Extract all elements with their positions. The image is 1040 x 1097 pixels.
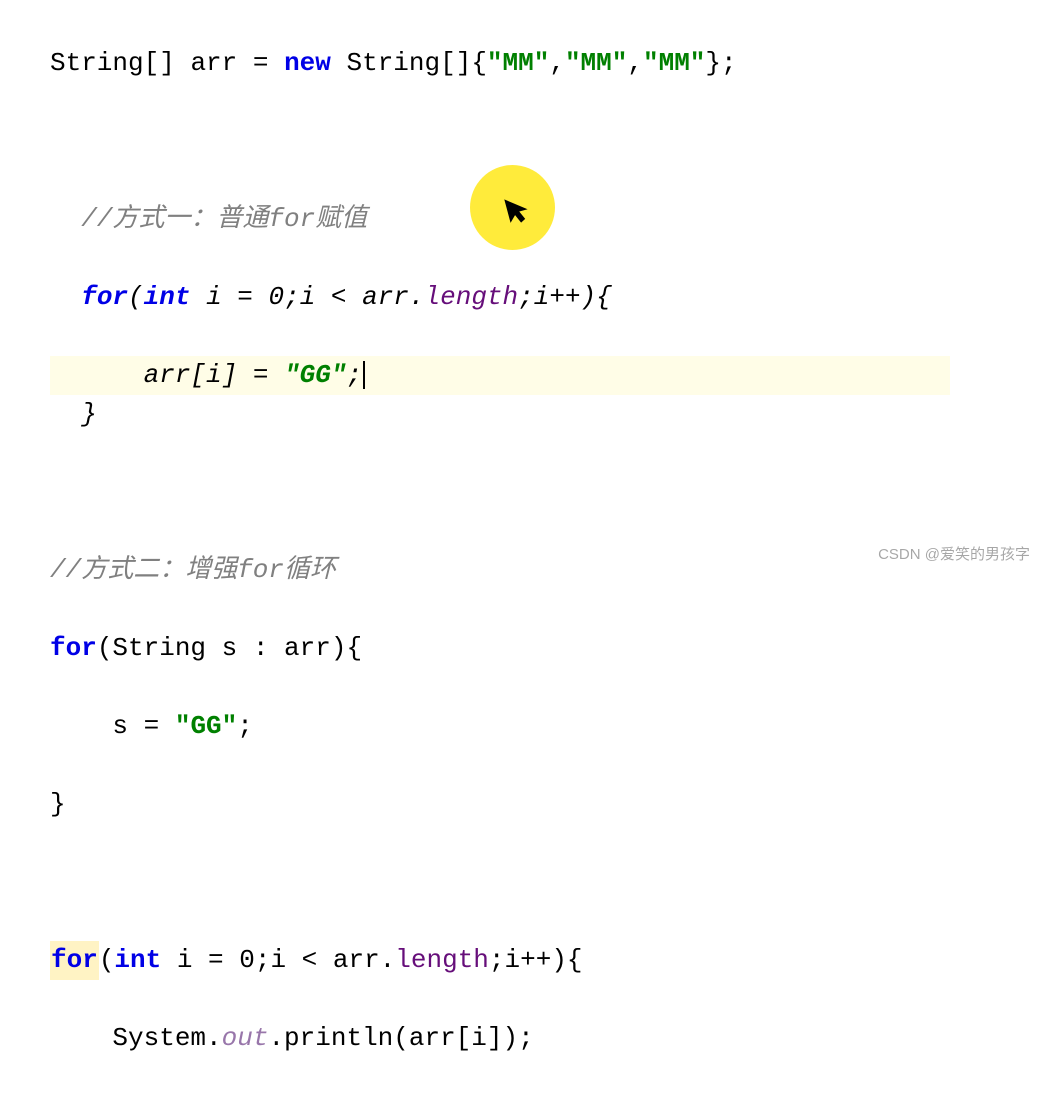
for-keyword: for bbox=[51, 945, 98, 975]
for-keyword: for bbox=[81, 282, 128, 312]
for-header-1: for(int i = 0;i < arr.length;i++){ bbox=[50, 278, 1040, 317]
int-keyword: int bbox=[114, 945, 161, 975]
watermark-text: CSDN @爱笑的男孩字 bbox=[878, 544, 1030, 567]
var-name: arr bbox=[190, 48, 237, 78]
assign-left: s = bbox=[112, 711, 174, 741]
loop-end: ;i++){ bbox=[518, 282, 612, 312]
println-line: System.out.println(arr[i]); bbox=[50, 1019, 1040, 1058]
type-token: String bbox=[346, 48, 440, 78]
close-brace: } bbox=[50, 789, 66, 819]
blank-line bbox=[50, 863, 1040, 902]
blank-line bbox=[50, 473, 1040, 512]
loop-end: ;i++){ bbox=[489, 945, 583, 975]
cond-expr: i < arr. bbox=[300, 282, 425, 312]
for-body-2: s = "GG"; bbox=[50, 707, 1040, 746]
for-keyword: for bbox=[50, 633, 97, 663]
string-literal: "MM" bbox=[643, 48, 705, 78]
for-header-3: for(int i = 0;i < arr.length;i++){ bbox=[50, 941, 1040, 980]
assign-left: arr[i] = bbox=[144, 360, 284, 390]
cond-expr: ;i < arr. bbox=[255, 945, 395, 975]
field-ref: length bbox=[425, 282, 519, 312]
static-field: out bbox=[222, 1023, 269, 1053]
semicolon: ; bbox=[346, 360, 362, 390]
string-literal: "MM" bbox=[565, 48, 627, 78]
comment-text: //方式二：增强for循环 bbox=[50, 555, 336, 585]
comment-text: //方式一：普通for赋值 bbox=[81, 204, 367, 234]
highlighted-line: arr[i] = "GG"; bbox=[50, 356, 950, 395]
class-ref: System. bbox=[112, 1023, 221, 1053]
method-call: .println(arr[i]); bbox=[268, 1023, 533, 1053]
field-ref: length bbox=[395, 945, 489, 975]
new-keyword: new bbox=[284, 48, 331, 78]
code-line-1: String[] arr = new String[]{"MM","MM","M… bbox=[50, 44, 1040, 83]
close-brace: } bbox=[81, 399, 97, 429]
type-token: String bbox=[50, 48, 144, 78]
text-cursor bbox=[363, 361, 365, 389]
semicolon: ; bbox=[237, 711, 253, 741]
close-brace-1: } bbox=[50, 395, 1040, 434]
init-expr: i = 0 bbox=[177, 945, 255, 975]
int-keyword: int bbox=[144, 282, 191, 312]
string-literal: "GG" bbox=[284, 360, 346, 390]
close-brace-2: } bbox=[50, 785, 1040, 824]
init-expr: i = 0 bbox=[206, 282, 284, 312]
string-literal: "GG" bbox=[175, 711, 237, 741]
string-literal: "MM" bbox=[487, 48, 549, 78]
foreach-head: (String s : arr){ bbox=[97, 633, 362, 663]
blank-line bbox=[50, 122, 1040, 161]
for-header-2: for(String s : arr){ bbox=[50, 629, 1040, 668]
